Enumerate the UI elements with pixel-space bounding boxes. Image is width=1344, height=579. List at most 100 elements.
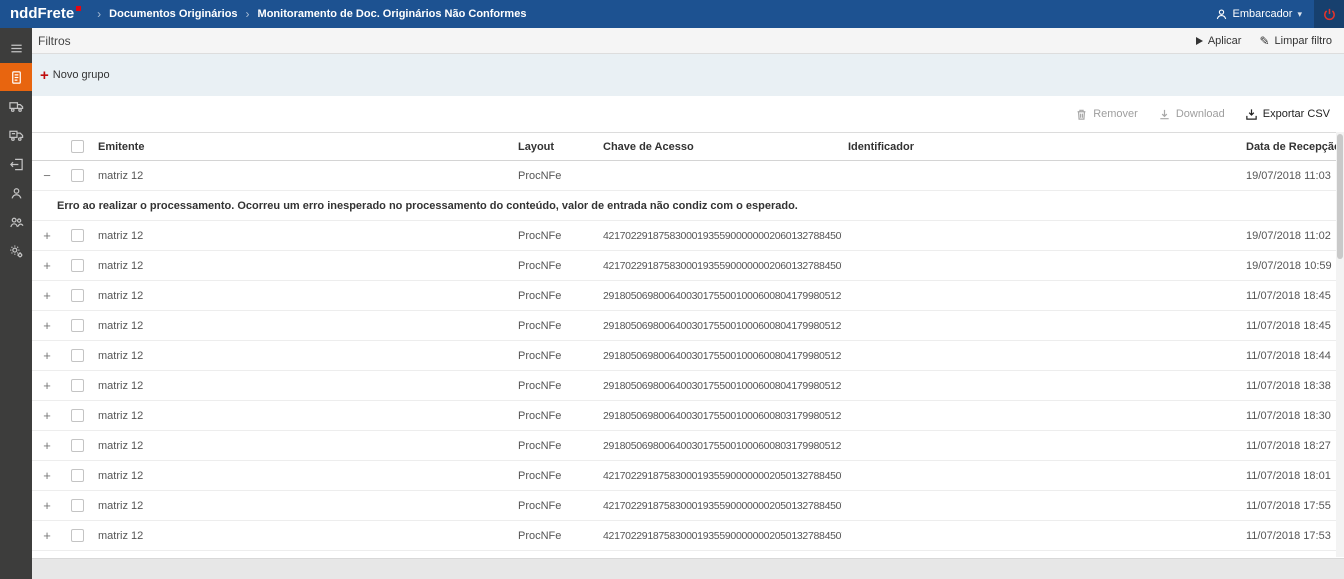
remove-button[interactable]: Remover [1075, 108, 1138, 121]
footer-strip [32, 558, 1344, 579]
expand-toggle-icon[interactable]: + [40, 438, 54, 453]
expand-column-header [32, 133, 62, 161]
sidebar-item-support[interactable] [0, 179, 32, 207]
expand-toggle-icon[interactable]: + [40, 378, 54, 393]
expand-toggle-icon[interactable]: + [40, 318, 54, 333]
cell-identificador [842, 371, 1240, 401]
table-header-row: Emitente Layout Chave de Acesso Identifi… [32, 133, 1336, 161]
download-button[interactable]: Download [1158, 108, 1225, 121]
expand-toggle-icon[interactable]: + [40, 468, 54, 483]
cell-layout: ProcNFe [512, 461, 597, 491]
row-checkbox[interactable] [71, 289, 84, 302]
row-checkbox[interactable] [71, 349, 84, 362]
expand-toggle-icon[interactable]: + [40, 408, 54, 423]
group-panel: + Novo grupo [32, 54, 1344, 96]
cell-layout: ProcNFe [512, 221, 597, 251]
column-header-data-recepcao[interactable]: Data de Recepção↓ [1240, 133, 1336, 161]
row-checkbox[interactable] [71, 499, 84, 512]
sidebar-item-menu[interactable] [0, 34, 32, 62]
table-row[interactable]: + matriz 12 ProcNFe 42170229187583000193… [32, 491, 1336, 521]
user-menu-label: Embarcador [1233, 8, 1293, 20]
breadcrumb-separator-icon [246, 7, 250, 21]
sidebar-item-exit[interactable] [0, 150, 32, 178]
row-checkbox[interactable] [71, 319, 84, 332]
clear-filter-label: Limpar filtro [1275, 35, 1332, 47]
column-header-layout[interactable]: Layout [512, 133, 597, 161]
table-row[interactable]: + matriz 12 ProcNFe 42170229187583000193… [32, 221, 1336, 251]
table-row[interactable]: + matriz 12 ProcNFe 42170229187583000193… [32, 251, 1336, 281]
table-row[interactable]: + matriz 12 ProcNFe 29180506980064003017… [32, 281, 1336, 311]
expand-toggle-icon[interactable]: + [40, 228, 54, 243]
table-row[interactable]: + matriz 12 ProcNFe 42170229187583000193… [32, 521, 1336, 551]
expand-toggle-icon[interactable]: + [40, 348, 54, 363]
row-checkbox[interactable] [71, 439, 84, 452]
apply-filter-button[interactable]: Aplicar [1196, 35, 1242, 47]
scrollbar-thumb[interactable] [1337, 134, 1343, 259]
cell-layout: ProcNFe [512, 491, 597, 521]
filters-title: Filtros [38, 34, 71, 48]
column-header-label: Data de Recepção [1246, 141, 1341, 153]
new-group-label: Novo grupo [53, 69, 110, 81]
column-header-emitente[interactable]: Emitente [92, 133, 512, 161]
row-checkbox[interactable] [71, 379, 84, 392]
table-row[interactable]: − matriz 12 ProcNFe 19/07/2018 11:03 [32, 161, 1336, 191]
new-group-button[interactable]: + Novo grupo [40, 68, 110, 83]
cell-layout: ProcNFe [512, 341, 597, 371]
table-row[interactable]: + matriz 12 ProcNFe 29180506980064003017… [32, 341, 1336, 371]
sidebar-item-settings[interactable] [0, 237, 32, 265]
cell-data: 11/07/2018 18:30 [1240, 401, 1336, 431]
vertical-scrollbar[interactable] [1336, 132, 1344, 557]
cell-chave: 4217022918758300019355900000002060132788… [597, 221, 842, 251]
user-menu[interactable]: Embarcador [1215, 8, 1302, 21]
cell-layout: ProcNFe [512, 431, 597, 461]
row-checkbox[interactable] [71, 529, 84, 542]
row-checkbox[interactable] [71, 229, 84, 242]
sidebar-item-truck[interactable] [0, 92, 32, 120]
pencil-icon [1259, 34, 1269, 48]
row-checkbox[interactable] [71, 469, 84, 482]
trash-icon [1075, 108, 1088, 121]
row-checkbox[interactable] [71, 169, 84, 182]
cell-data: 19/07/2018 10:59 [1240, 251, 1336, 281]
cell-chave: 2918050698006400301755001000600804179980… [597, 281, 842, 311]
export-csv-button[interactable]: Exportar CSV [1245, 108, 1330, 121]
select-all-checkbox[interactable] [71, 140, 84, 153]
cell-data: 11/07/2018 17:55 [1240, 491, 1336, 521]
breadcrumb-item-documentos[interactable]: Documentos Originários [109, 8, 237, 20]
breadcrumb-item-monitoramento[interactable]: Monitoramento de Doc. Originários Não Co… [258, 8, 527, 20]
table-row[interactable]: + matriz 12 ProcNFe 29180506980064003017… [32, 431, 1336, 461]
expand-toggle-icon[interactable]: + [40, 498, 54, 513]
table-row[interactable]: + matriz 12 ProcNFe 42170229187583000193… [32, 461, 1336, 491]
exit-button[interactable] [1314, 0, 1344, 28]
cell-data: 11/07/2018 18:38 [1240, 371, 1336, 401]
table-row[interactable]: + matriz 12 ProcNFe 29180506980064003017… [32, 311, 1336, 341]
cell-chave: 4217022918758300019355900000002060132788… [597, 251, 842, 281]
sidebar-item-users[interactable] [0, 208, 32, 236]
column-header-chave[interactable]: Chave de Acesso [597, 133, 842, 161]
cell-layout: ProcNFe [512, 521, 597, 551]
sidebar-item-delivery[interactable] [0, 121, 32, 149]
download-icon [1158, 108, 1171, 121]
table-row[interactable]: + matriz 12 ProcNFe 29180506980064003017… [32, 401, 1336, 431]
plus-icon: + [40, 68, 49, 83]
sidebar-item-doc-monitoring[interactable] [0, 63, 32, 91]
column-header-identificador[interactable]: Identificador [842, 133, 1240, 161]
cell-chave: 2918050698006400301755001000600803179980… [597, 431, 842, 461]
clear-filter-button[interactable]: Limpar filtro [1259, 34, 1332, 48]
expand-toggle-icon[interactable]: + [40, 258, 54, 273]
column-header-label: Chave de Acesso [603, 141, 694, 153]
row-checkbox[interactable] [71, 409, 84, 422]
column-header-label: Layout [518, 141, 554, 153]
breadcrumb: Documentos Originários Monitoramento de … [97, 7, 526, 21]
expand-toggle-icon[interactable]: + [40, 288, 54, 303]
expand-toggle-icon[interactable]: + [40, 528, 54, 543]
column-header-label: Emitente [98, 141, 144, 153]
cell-layout: ProcNFe [512, 161, 597, 191]
settings-gears-icon [9, 244, 24, 259]
cell-chave: 2918050698006400301755001000600804179980… [597, 311, 842, 341]
expand-toggle-icon[interactable]: − [40, 168, 54, 183]
table-row[interactable]: + matriz 12 ProcNFe 29180506980064003017… [32, 371, 1336, 401]
row-checkbox[interactable] [71, 259, 84, 272]
cell-identificador [842, 401, 1240, 431]
sidebar [0, 28, 32, 579]
